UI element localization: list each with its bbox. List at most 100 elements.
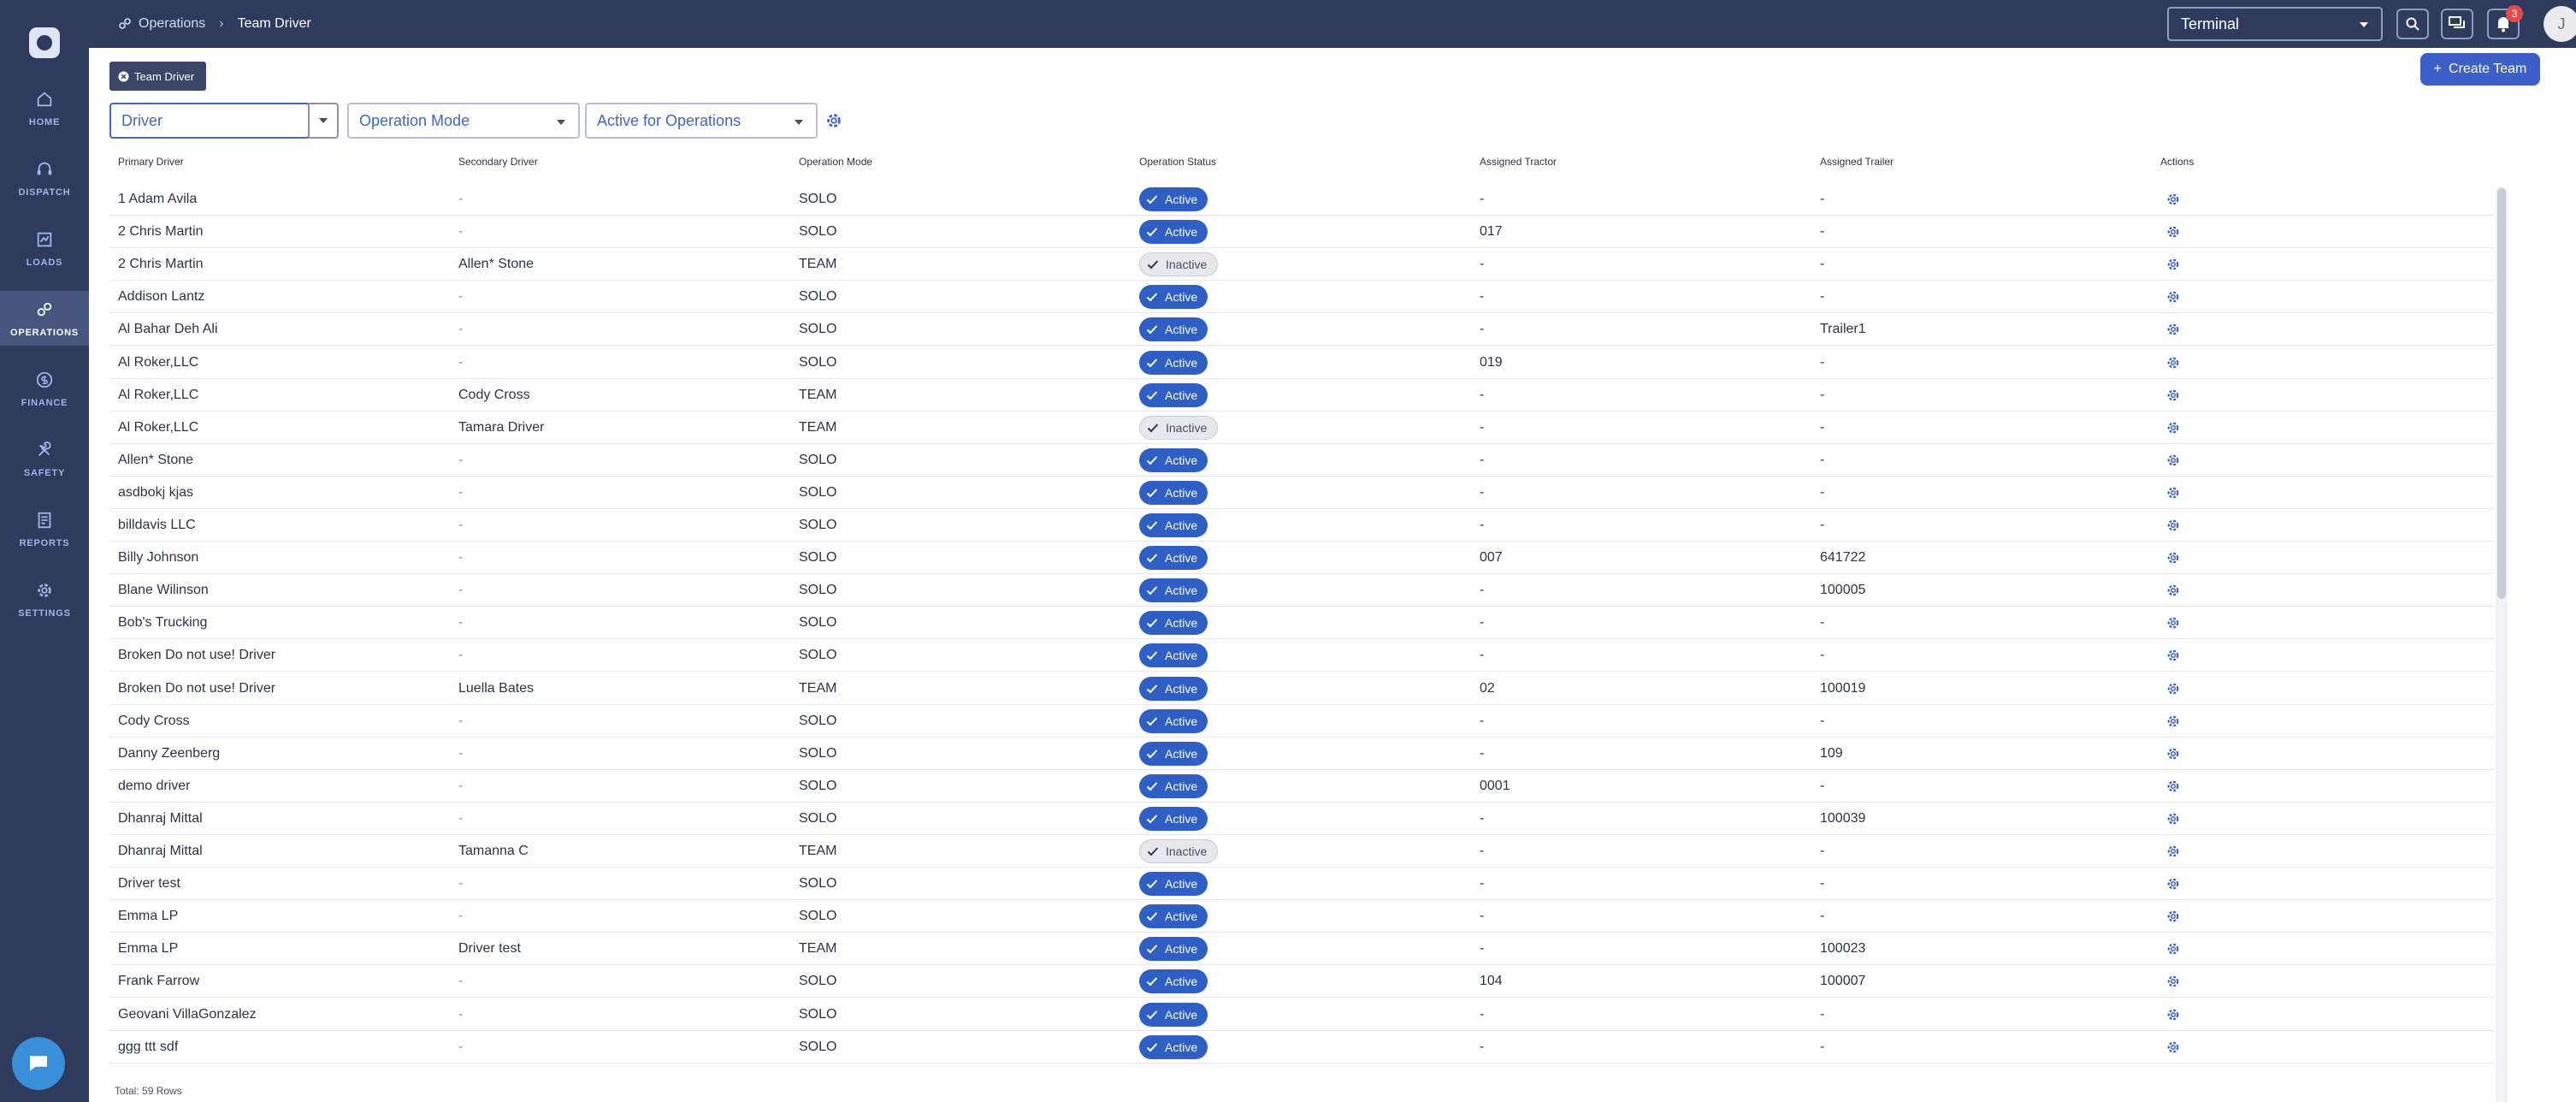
edit-settings-icon[interactable] [2164,842,2183,861]
edit-settings-icon[interactable] [2164,386,2183,405]
edit-settings-icon[interactable] [2164,451,2183,470]
table-row[interactable]: Dhanraj Mittal - SOLO Active - 100039 [109,803,2494,835]
secondary-cell: - [458,876,464,891]
table-row[interactable]: asdbokj kjas - SOLO Active - - [109,477,2494,509]
user-avatar[interactable]: J [2544,6,2576,42]
edit-settings-icon[interactable] [2164,907,2183,926]
search-button[interactable] [2396,9,2429,39]
table-row[interactable]: 2 Chris Martin Allen* Stone TEAM Inactive - - [109,248,2494,281]
table-row[interactable]: Bob's Trucking - SOLO Active - - [109,607,2494,639]
sidebar-item-settings[interactable]: SETTINGS [0,572,89,626]
active-for-operations-select[interactable]: Active for Operations [585,103,818,139]
edit-settings-icon[interactable] [2164,320,2183,339]
edit-settings-icon[interactable] [2164,287,2183,306]
table-row[interactable]: 1 Adam Avila - SOLO Active - - [109,183,2494,216]
edit-settings-icon[interactable] [2164,353,2183,372]
table-row[interactable]: Broken Do not use! Driver Luella Bates TEA… [109,672,2494,705]
terminal-select[interactable]: Terminal [2167,7,2383,41]
edit-settings-icon[interactable] [2164,1038,2183,1057]
operation-mode-select[interactable]: Operation Mode [347,103,580,139]
app-logo[interactable] [29,27,60,58]
edit-settings-icon[interactable] [2164,255,2183,274]
table-row[interactable]: Cody Cross - SOLO Active - - [109,705,2494,738]
tractor-cell: 0001 [1480,779,1510,793]
table-row[interactable]: Emma LP Driver test TEAM Active - 100023 [109,933,2494,965]
table-row[interactable]: 2 Chris Martin - SOLO Active 017 - [109,216,2494,248]
table-row[interactable]: Dhanraj Mittal Tamanna C TEAM Inactive - - [109,835,2494,868]
status-cell: Active [1139,281,1208,313]
column-settings-button[interactable] [823,110,845,132]
tractor-cell: - [1480,714,1485,728]
tab-team-driver[interactable]: Team Driver [109,62,207,91]
edit-settings-icon[interactable] [2164,646,2183,665]
create-team-button[interactable]: + Create Team [2420,53,2540,86]
create-team-label: Create Team [2449,62,2527,76]
edit-settings-icon[interactable] [2164,972,2183,991]
edit-settings-icon[interactable] [2164,418,2183,437]
edit-settings-icon[interactable] [2164,712,2183,731]
table-row[interactable]: Blane Wilinson - SOLO Active - 100005 [109,574,2494,607]
close-icon[interactable] [118,70,129,82]
edit-settings-icon[interactable] [2164,548,2183,567]
sidebar-item-home[interactable]: HOME [0,80,89,135]
sidebar-item-operations[interactable]: OPERATIONS [0,291,89,346]
messages-button[interactable] [2441,9,2473,39]
table-row[interactable]: Addison Lantz - SOLO Active - - [109,281,2494,313]
status-label: Active [1165,877,1198,891]
edit-settings-icon[interactable] [2164,809,2183,828]
messages-icon [2449,16,2465,28]
tractor-cell: - [1480,746,1485,761]
primary-cell: Geovani VillaGonzalez [118,1007,257,1022]
check-icon [1146,325,1158,335]
sidebar-item-finance[interactable]: FINANCE [0,361,89,416]
edit-settings-icon[interactable] [2164,679,2183,698]
table-row[interactable]: ggg ttt sdf - SOLO Active - - [109,1031,2494,1063]
table-row[interactable]: Al Roker,LLC Tamara Driver TEAM Inactive - - [109,412,2494,444]
table-row[interactable]: Driver test - SOLO Active - - [109,868,2494,900]
edit-settings-icon[interactable] [2164,939,2183,958]
sidebar-item-safety[interactable]: SAFETY [0,431,89,486]
edit-settings-icon[interactable] [2164,483,2183,502]
edit-settings-icon[interactable] [2164,1005,2183,1024]
edit-settings-icon[interactable] [2164,581,2183,600]
driver-filter-dropdown-toggle[interactable] [308,103,339,139]
table-scrollbar-thumb[interactable] [2497,188,2506,599]
edit-settings-icon[interactable] [2164,516,2183,535]
table-row[interactable]: Emma LP - SOLO Active - - [109,900,2494,933]
column-header-operation-status[interactable]: Operation Status [1139,156,1216,168]
status-badge: Active [1139,937,1208,961]
table-row[interactable]: billdavis LLC - SOLO Active - - [109,509,2494,542]
edit-settings-icon[interactable] [2164,874,2183,893]
column-header-operation-mode[interactable]: Operation Mode [799,156,872,168]
table-row[interactable]: Danny Zeenberg - SOLO Active - 109 [109,738,2494,770]
column-header-primary-driver[interactable]: Primary Driver [118,156,184,168]
edit-settings-icon[interactable] [2164,190,2183,209]
column-header-secondary-driver[interactable]: Secondary Driver [458,156,538,168]
sidebar-item-reports[interactable]: REPORTS [0,501,89,556]
edit-settings-icon[interactable] [2164,613,2183,632]
table-row[interactable]: Geovani VillaGonzalez - SOLO Active - - [109,998,2494,1031]
table-row[interactable]: Allen* Stone - SOLO Active - - [109,444,2494,477]
notifications-button[interactable]: 3 [2487,5,2523,39]
edit-settings-icon[interactable] [2164,777,2183,796]
edit-settings-icon[interactable] [2164,744,2183,763]
table-row[interactable]: Billy Johnson - SOLO Active 007 641722 [109,542,2494,574]
loads-icon [33,228,56,251]
mode-cell: SOLO [799,550,837,565]
column-header-assigned-trailer[interactable]: Assigned Trailer [1820,156,1894,168]
table-row[interactable]: Al Roker,LLC Cody Cross TEAM Active - - [109,379,2494,412]
actions-cell [2164,444,2183,477]
table-row[interactable]: demo driver - SOLO Active 0001 - [109,770,2494,803]
sidebar-item-dispatch[interactable]: DISPATCH [0,151,89,205]
breadcrumb-operations-link[interactable]: Operations [118,16,205,32]
table-row[interactable]: Al Bahar Deh Ali - SOLO Active - Trailer1 [109,313,2494,346]
table-row[interactable]: Broken Do not use! Driver - SOLO Active - - [109,639,2494,672]
secondary-cell: - [458,1007,464,1022]
sidebar-item-loads[interactable]: LOADS [0,221,89,276]
chat-support-button[interactable] [12,1037,65,1090]
table-row[interactable]: Al Roker,LLC - SOLO Active 019 - [109,347,2494,379]
column-header-assigned-tractor[interactable]: Assigned Tractor [1480,156,1557,168]
driver-filter-input[interactable]: Driver [109,103,310,139]
edit-settings-icon[interactable] [2164,222,2183,241]
table-row[interactable]: Frank Farrow - SOLO Active 104 100007 [109,965,2494,998]
